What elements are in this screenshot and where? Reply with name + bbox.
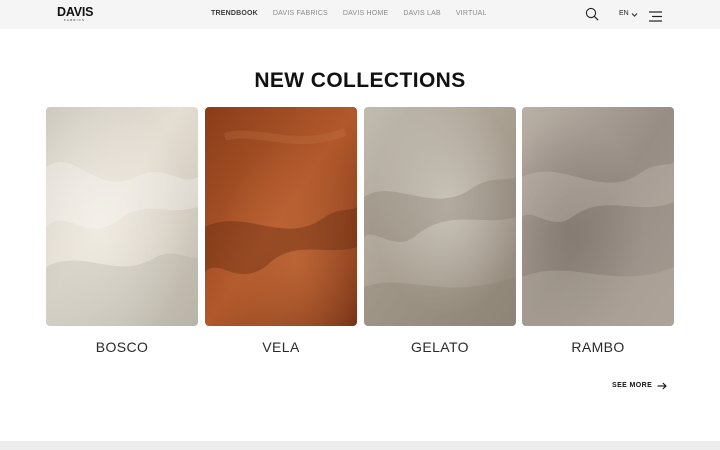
collection-name-vela[interactable]: VELA bbox=[205, 339, 357, 355]
see-more-link[interactable]: SEE MORE bbox=[612, 380, 667, 392]
chevron-down-icon bbox=[631, 5, 638, 23]
collections-grid: BOSCO VELA GELATO RAMBO bbox=[46, 107, 674, 357]
main-nav: TRENDBOOK DAVIS FABRICS DAVIS HOME DAVIS… bbox=[211, 9, 487, 19]
collection-card-bosco[interactable]: BOSCO bbox=[46, 107, 198, 357]
footer-band bbox=[0, 441, 720, 450]
collection-card-rambo[interactable]: RAMBO bbox=[522, 107, 674, 357]
collection-image-bosco[interactable] bbox=[46, 107, 198, 326]
section-title: NEW COLLECTIONS bbox=[254, 69, 466, 92]
nav-item-davis-fabrics[interactable]: DAVIS FABRICS bbox=[273, 9, 328, 19]
hamburger-menu-icon[interactable] bbox=[649, 9, 663, 22]
nav-item-davis-home[interactable]: DAVIS HOME bbox=[343, 9, 388, 19]
collection-image-vela[interactable] bbox=[205, 107, 357, 326]
davis-logo[interactable]: DAVIS FABRICS bbox=[57, 6, 93, 24]
see-more-label: SEE MORE bbox=[612, 382, 653, 389]
collection-image-gelato[interactable] bbox=[364, 107, 516, 326]
search-icon[interactable] bbox=[585, 7, 599, 21]
language-label: EN bbox=[619, 10, 629, 17]
nav-item-virtual[interactable]: VIRTUAL bbox=[456, 9, 487, 19]
nav-item-davis-lab[interactable]: DAVIS LAB bbox=[403, 9, 440, 19]
arrow-right-icon bbox=[657, 377, 667, 395]
collection-image-rambo[interactable] bbox=[522, 107, 674, 326]
collection-card-gelato[interactable]: GELATO bbox=[364, 107, 516, 357]
logo-wordmark: DAVIS bbox=[57, 5, 94, 19]
collection-name-gelato[interactable]: GELATO bbox=[364, 339, 516, 355]
top-navigation-bar: DAVIS FABRICS TRENDBOOK DAVIS FABRICS DA… bbox=[0, 0, 720, 29]
collection-name-rambo[interactable]: RAMBO bbox=[522, 339, 674, 355]
collection-card-vela[interactable]: VELA bbox=[205, 107, 357, 357]
collection-name-bosco[interactable]: BOSCO bbox=[46, 339, 198, 355]
language-selector[interactable]: EN bbox=[619, 9, 638, 19]
nav-item-trendbook[interactable]: TRENDBOOK bbox=[211, 9, 258, 19]
